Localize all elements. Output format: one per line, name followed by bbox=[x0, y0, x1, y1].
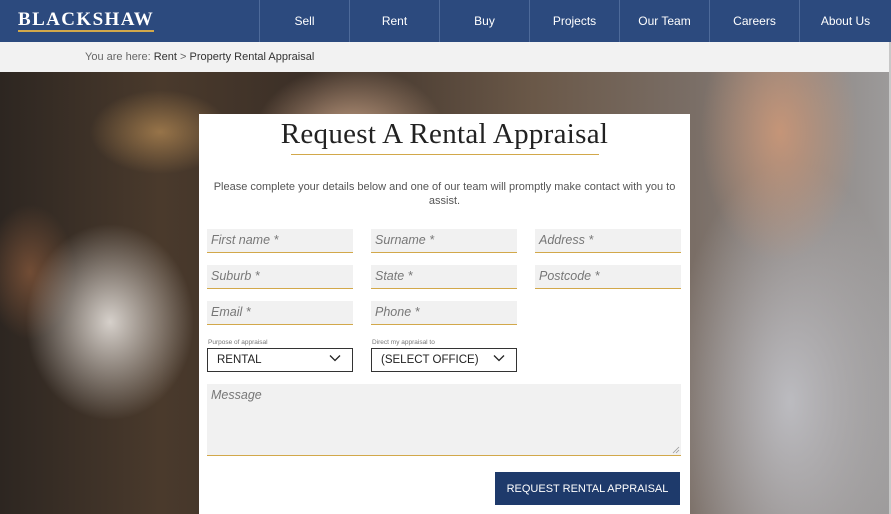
purpose-select[interactable]: RENTAL bbox=[207, 348, 353, 372]
title-underline bbox=[290, 154, 599, 155]
postcode-field[interactable]: Postcode * bbox=[535, 265, 681, 289]
purpose-select-value: RENTAL bbox=[217, 354, 262, 366]
site-header: BLACKSHAW Sell Rent Buy Projects Our Tea… bbox=[0, 0, 891, 42]
chevron-down-icon bbox=[329, 355, 341, 362]
resize-grip-icon[interactable] bbox=[672, 446, 680, 454]
main-nav: Sell Rent Buy Projects Our Team Careers … bbox=[259, 0, 891, 42]
first-name-field[interactable]: First name * bbox=[207, 229, 353, 253]
office-label: Direct my appraisal to bbox=[372, 339, 435, 346]
nav-item-sell[interactable]: Sell bbox=[259, 0, 349, 42]
email-field[interactable]: Email * bbox=[207, 301, 353, 325]
appraisal-form: Request A Rental Appraisal Please comple… bbox=[199, 114, 690, 514]
form-title: Request A Rental Appraisal bbox=[280, 118, 609, 150]
breadcrumb-current: Property Rental Appraisal bbox=[189, 51, 315, 63]
surname-field[interactable]: Surname * bbox=[371, 229, 517, 253]
chevron-down-icon bbox=[493, 355, 505, 362]
state-field[interactable]: State * bbox=[371, 265, 517, 289]
purpose-label: Purpose of appraisal bbox=[208, 339, 268, 346]
office-select[interactable]: (SELECT OFFICE) bbox=[371, 348, 517, 372]
breadcrumb-prefix: You are here: bbox=[85, 51, 151, 63]
breadcrumb-separator: > bbox=[180, 51, 187, 63]
message-field[interactable]: Message bbox=[207, 384, 681, 456]
form-intro: Please complete your details below and o… bbox=[213, 181, 676, 207]
nav-item-careers[interactable]: Careers bbox=[709, 0, 799, 42]
breadcrumb: You are here: Rent > Property Rental App… bbox=[0, 42, 891, 72]
suburb-field[interactable]: Suburb * bbox=[207, 265, 353, 289]
message-placeholder: Message bbox=[211, 388, 262, 402]
address-field[interactable]: Address * bbox=[535, 229, 681, 253]
nav-item-our-team[interactable]: Our Team bbox=[619, 0, 709, 42]
nav-item-rent[interactable]: Rent bbox=[349, 0, 439, 42]
nav-item-projects[interactable]: Projects bbox=[529, 0, 619, 42]
nav-item-about-us[interactable]: About Us bbox=[799, 0, 891, 42]
logo[interactable]: BLACKSHAW bbox=[0, 0, 259, 42]
phone-field[interactable]: Phone * bbox=[371, 301, 517, 325]
breadcrumb-rent-link[interactable]: Rent bbox=[154, 51, 177, 63]
nav-item-buy[interactable]: Buy bbox=[439, 0, 529, 42]
office-select-value: (SELECT OFFICE) bbox=[381, 354, 479, 366]
logo-text[interactable]: BLACKSHAW bbox=[18, 10, 155, 32]
request-appraisal-button[interactable]: REQUEST RENTAL APPRAISAL bbox=[495, 472, 680, 505]
